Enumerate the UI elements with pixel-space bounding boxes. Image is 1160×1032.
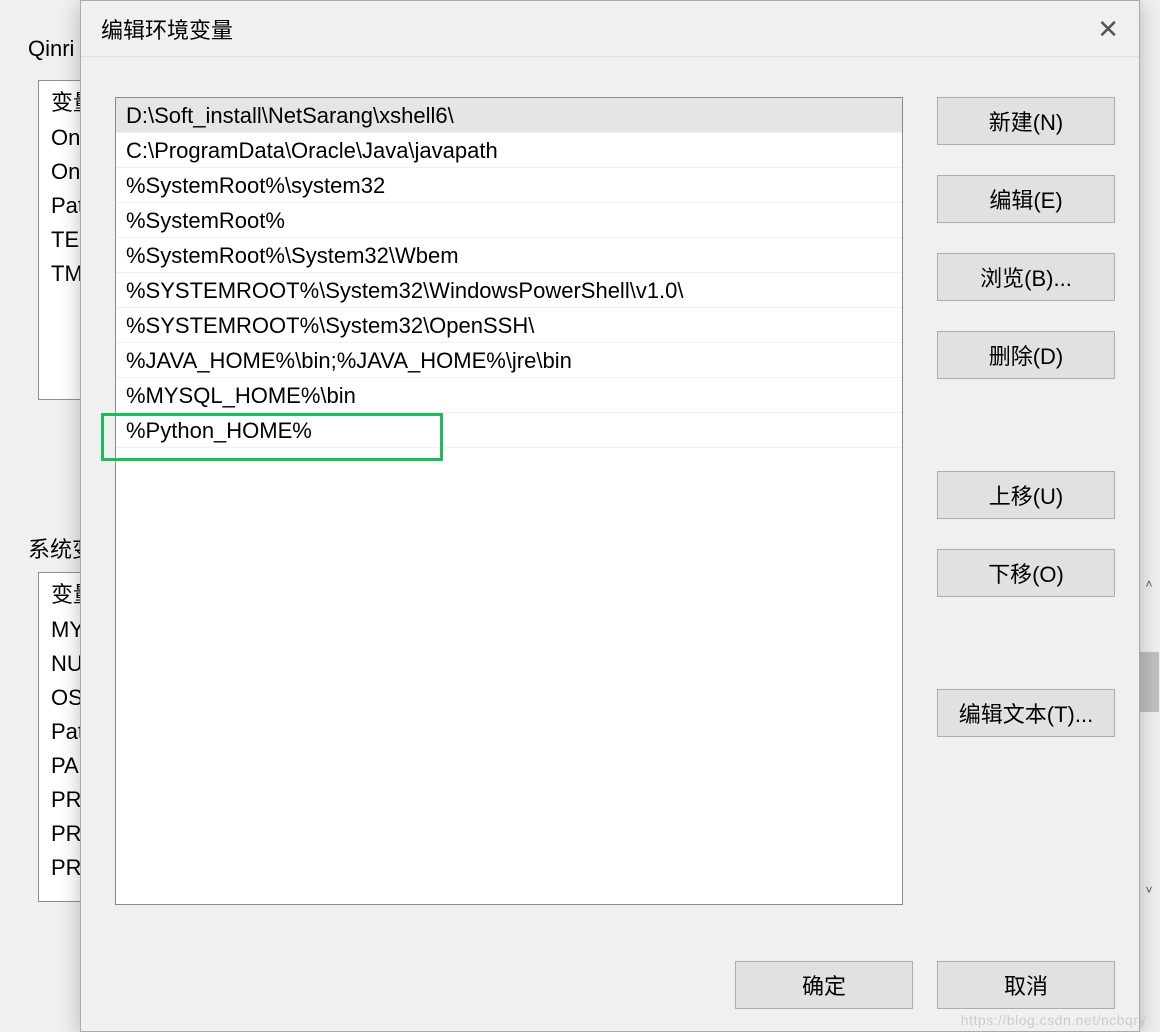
watermark: https://blog.csdn.net/ncbqry [961,1012,1146,1028]
edit-environment-variable-dialog: 编辑环境变量 ✕ D:\Soft_install\NetSarang\xshel… [80,0,1140,1032]
dialog-titlebar[interactable]: 编辑环境变量 ✕ [81,1,1139,57]
scroll-down-icon[interactable]: ˅ [1137,878,1160,902]
path-item[interactable]: %SYSTEMROOT%\System32\OpenSSH\ [116,308,902,343]
edit-button[interactable]: 编辑(E) [937,175,1115,223]
scroll-up-icon[interactable]: ˄ [1137,572,1160,596]
dialog-side-buttons: 新建(N) 编辑(E) 浏览(B)... 删除(D) 上移(U) 下移(O) 编… [937,97,1115,987]
user-section-label: Qinri [28,36,74,62]
path-item[interactable]: %Python_HOME% [116,413,902,448]
path-item[interactable]: %MYSQL_HOME%\bin [116,378,902,413]
path-item[interactable]: %SystemRoot%\system32 [116,168,902,203]
path-item[interactable]: C:\ProgramData\Oracle\Java\javapath [116,133,902,168]
path-item[interactable]: %SystemRoot%\System32\Wbem [116,238,902,273]
ok-button[interactable]: 确定 [735,961,913,1009]
path-item[interactable]: %JAVA_HOME%\bin;%JAVA_HOME%\jre\bin [116,343,902,378]
path-item[interactable]: %SystemRoot% [116,203,902,238]
edit-text-button[interactable]: 编辑文本(T)... [937,689,1115,737]
browse-button[interactable]: 浏览(B)... [937,253,1115,301]
close-icon[interactable]: ✕ [1097,16,1119,42]
new-button[interactable]: 新建(N) [937,97,1115,145]
delete-button[interactable]: 删除(D) [937,331,1115,379]
move-down-button[interactable]: 下移(O) [937,549,1115,597]
scroll-thumb[interactable] [1139,652,1159,712]
cancel-button[interactable]: 取消 [937,961,1115,1009]
move-up-button[interactable]: 上移(U) [937,471,1115,519]
dialog-footer: 确定 取消 [735,961,1115,1009]
dialog-title: 编辑环境变量 [101,13,233,45]
path-item[interactable]: %SYSTEMROOT%\System32\WindowsPowerShell\… [116,273,902,308]
path-values-list[interactable]: D:\Soft_install\NetSarang\xshell6\ C:\Pr… [115,97,903,905]
path-item[interactable]: D:\Soft_install\NetSarang\xshell6\ [116,98,902,133]
